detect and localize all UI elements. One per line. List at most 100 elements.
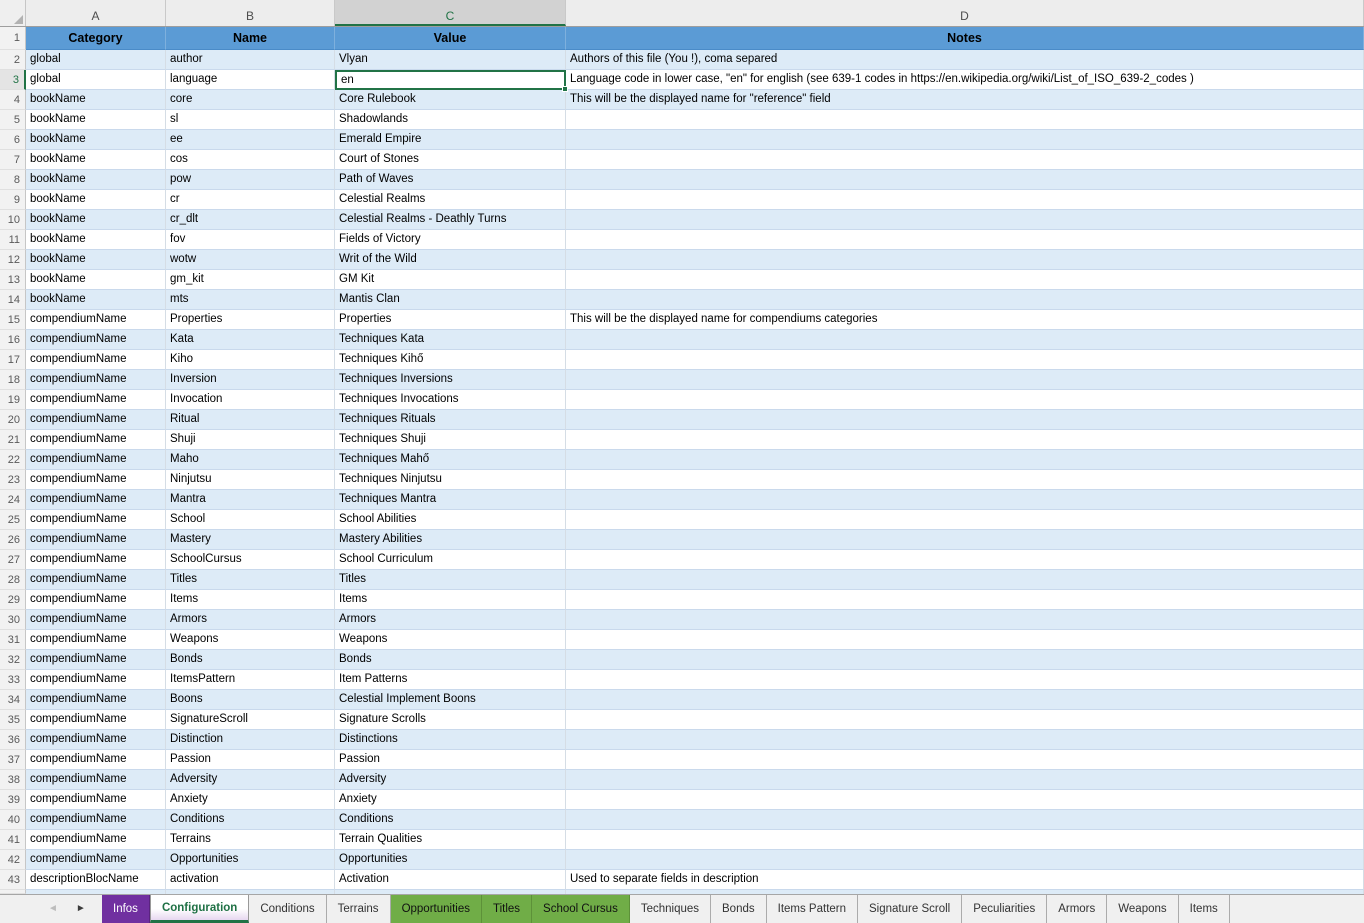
- cell-notes[interactable]: [566, 550, 1364, 570]
- sheet-tab-peculiarities[interactable]: Peculiarities: [962, 895, 1047, 923]
- row-number[interactable]: 3: [0, 70, 26, 90]
- cell-category[interactable]: compendiumName: [26, 850, 166, 870]
- row-number[interactable]: 1: [0, 27, 26, 50]
- cell-value[interactable]: Adversity: [335, 770, 566, 790]
- column-header-c[interactable]: C: [335, 0, 566, 26]
- cell-category[interactable]: compendiumName: [26, 690, 166, 710]
- row-number[interactable]: 18: [0, 370, 26, 390]
- row-number[interactable]: 11: [0, 230, 26, 250]
- cell-name[interactable]: ItemsPattern: [166, 670, 335, 690]
- cell-notes[interactable]: [566, 630, 1364, 650]
- row-number[interactable]: 39: [0, 790, 26, 810]
- cell-name[interactable]: Ritual: [166, 410, 335, 430]
- cell-value[interactable]: Opportunities: [335, 850, 566, 870]
- cell-notes[interactable]: [566, 410, 1364, 430]
- row-number[interactable]: 14: [0, 290, 26, 310]
- cell-name[interactable]: ee: [166, 130, 335, 150]
- cell-name[interactable]: Anxiety: [166, 790, 335, 810]
- cell-notes[interactable]: [566, 790, 1364, 810]
- selected-cell[interactable]: en: [335, 70, 566, 90]
- row-number[interactable]: 41: [0, 830, 26, 850]
- row-number[interactable]: 25: [0, 510, 26, 530]
- row-number[interactable]: 2: [0, 50, 26, 70]
- cell-value[interactable]: Core Rulebook: [335, 90, 566, 110]
- cell-notes[interactable]: Authors of this file (You !), coma separ…: [566, 50, 1364, 70]
- row-number[interactable]: 42: [0, 850, 26, 870]
- sheet-tab-conditions[interactable]: Conditions: [249, 895, 326, 923]
- cell-name[interactable]: author: [166, 50, 335, 70]
- cell-category[interactable]: bookName: [26, 290, 166, 310]
- column-header-a[interactable]: A: [26, 0, 166, 26]
- cell-value[interactable]: School Curriculum: [335, 550, 566, 570]
- cell-name[interactable]: Mastery: [166, 530, 335, 550]
- cell-notes[interactable]: [566, 210, 1364, 230]
- cell-value[interactable]: Techniques Kihő: [335, 350, 566, 370]
- cell-value[interactable]: Path of Waves: [335, 170, 566, 190]
- row-number[interactable]: 26: [0, 530, 26, 550]
- row-number[interactable]: 36: [0, 730, 26, 750]
- row-number[interactable]: 43: [0, 870, 26, 890]
- cell-value[interactable]: Writ of the Wild: [335, 250, 566, 270]
- cell-category[interactable]: bookName: [26, 170, 166, 190]
- cell-name[interactable]: sl: [166, 110, 335, 130]
- header-cell-category[interactable]: Category: [26, 27, 166, 50]
- cell-name[interactable]: SchoolCursus: [166, 550, 335, 570]
- cell-name[interactable]: pow: [166, 170, 335, 190]
- cell-notes[interactable]: [566, 350, 1364, 370]
- row-number[interactable]: 17: [0, 350, 26, 370]
- row-number[interactable]: 33: [0, 670, 26, 690]
- row-number[interactable]: 5: [0, 110, 26, 130]
- cell-notes[interactable]: [566, 490, 1364, 510]
- row-number[interactable]: 15: [0, 310, 26, 330]
- cell-name[interactable]: Distinction: [166, 730, 335, 750]
- cell-notes[interactable]: This will be the displayed name for "ref…: [566, 90, 1364, 110]
- cell-value[interactable]: GM Kit: [335, 270, 566, 290]
- column-header-d[interactable]: D: [566, 0, 1364, 26]
- cell-value[interactable]: Techniques Invocations: [335, 390, 566, 410]
- cell-value[interactable]: Techniques Inversions: [335, 370, 566, 390]
- cell-notes[interactable]: [566, 690, 1364, 710]
- row-number[interactable]: 27: [0, 550, 26, 570]
- cell-value[interactable]: Conditions: [335, 810, 566, 830]
- cell-value[interactable]: Items: [335, 590, 566, 610]
- row-number[interactable]: 40: [0, 810, 26, 830]
- sheet-tab-school-cursus[interactable]: School Cursus: [532, 895, 630, 923]
- cell-value[interactable]: Anxiety: [335, 790, 566, 810]
- cell-category[interactable]: compendiumName: [26, 810, 166, 830]
- cell-category[interactable]: compendiumName: [26, 590, 166, 610]
- cell-value[interactable]: Activation: [335, 870, 566, 890]
- fill-handle[interactable]: [562, 86, 568, 92]
- cell-value[interactable]: Techniques Kata: [335, 330, 566, 350]
- cell-notes[interactable]: [566, 610, 1364, 630]
- cell-value[interactable]: Terrain Qualities: [335, 830, 566, 850]
- cell-name[interactable]: cr: [166, 190, 335, 210]
- cell-notes[interactable]: Used to separate fields in description: [566, 870, 1364, 890]
- header-cell-name[interactable]: Name: [166, 27, 335, 50]
- cell-notes[interactable]: [566, 130, 1364, 150]
- cell-value[interactable]: Weapons: [335, 630, 566, 650]
- row-number[interactable]: 38: [0, 770, 26, 790]
- cell-category[interactable]: compendiumName: [26, 510, 166, 530]
- cell-name[interactable]: wotw: [166, 250, 335, 270]
- cell-name[interactable]: Weapons: [166, 630, 335, 650]
- cell-category[interactable]: compendiumName: [26, 450, 166, 470]
- row-number[interactable]: 12: [0, 250, 26, 270]
- row-number[interactable]: 32: [0, 650, 26, 670]
- cell-notes[interactable]: [566, 830, 1364, 850]
- cell-value[interactable]: Titles: [335, 570, 566, 590]
- cell-name[interactable]: core: [166, 90, 335, 110]
- cell-notes[interactable]: [566, 570, 1364, 590]
- sheet-tab-items[interactable]: Items: [1179, 895, 1230, 923]
- cell-category[interactable]: compendiumName: [26, 630, 166, 650]
- sheet-tab-configuration[interactable]: Configuration: [150, 895, 249, 923]
- cell-category[interactable]: compendiumName: [26, 430, 166, 450]
- cell-notes[interactable]: [566, 110, 1364, 130]
- cell-category[interactable]: compendiumName: [26, 750, 166, 770]
- cell-name[interactable]: Terrains: [166, 830, 335, 850]
- cell-category[interactable]: compendiumName: [26, 410, 166, 430]
- cell-notes[interactable]: [566, 510, 1364, 530]
- cell-value[interactable]: Emerald Empire: [335, 130, 566, 150]
- row-number[interactable]: 24: [0, 490, 26, 510]
- row-number[interactable]: 28: [0, 570, 26, 590]
- cell-notes[interactable]: [566, 650, 1364, 670]
